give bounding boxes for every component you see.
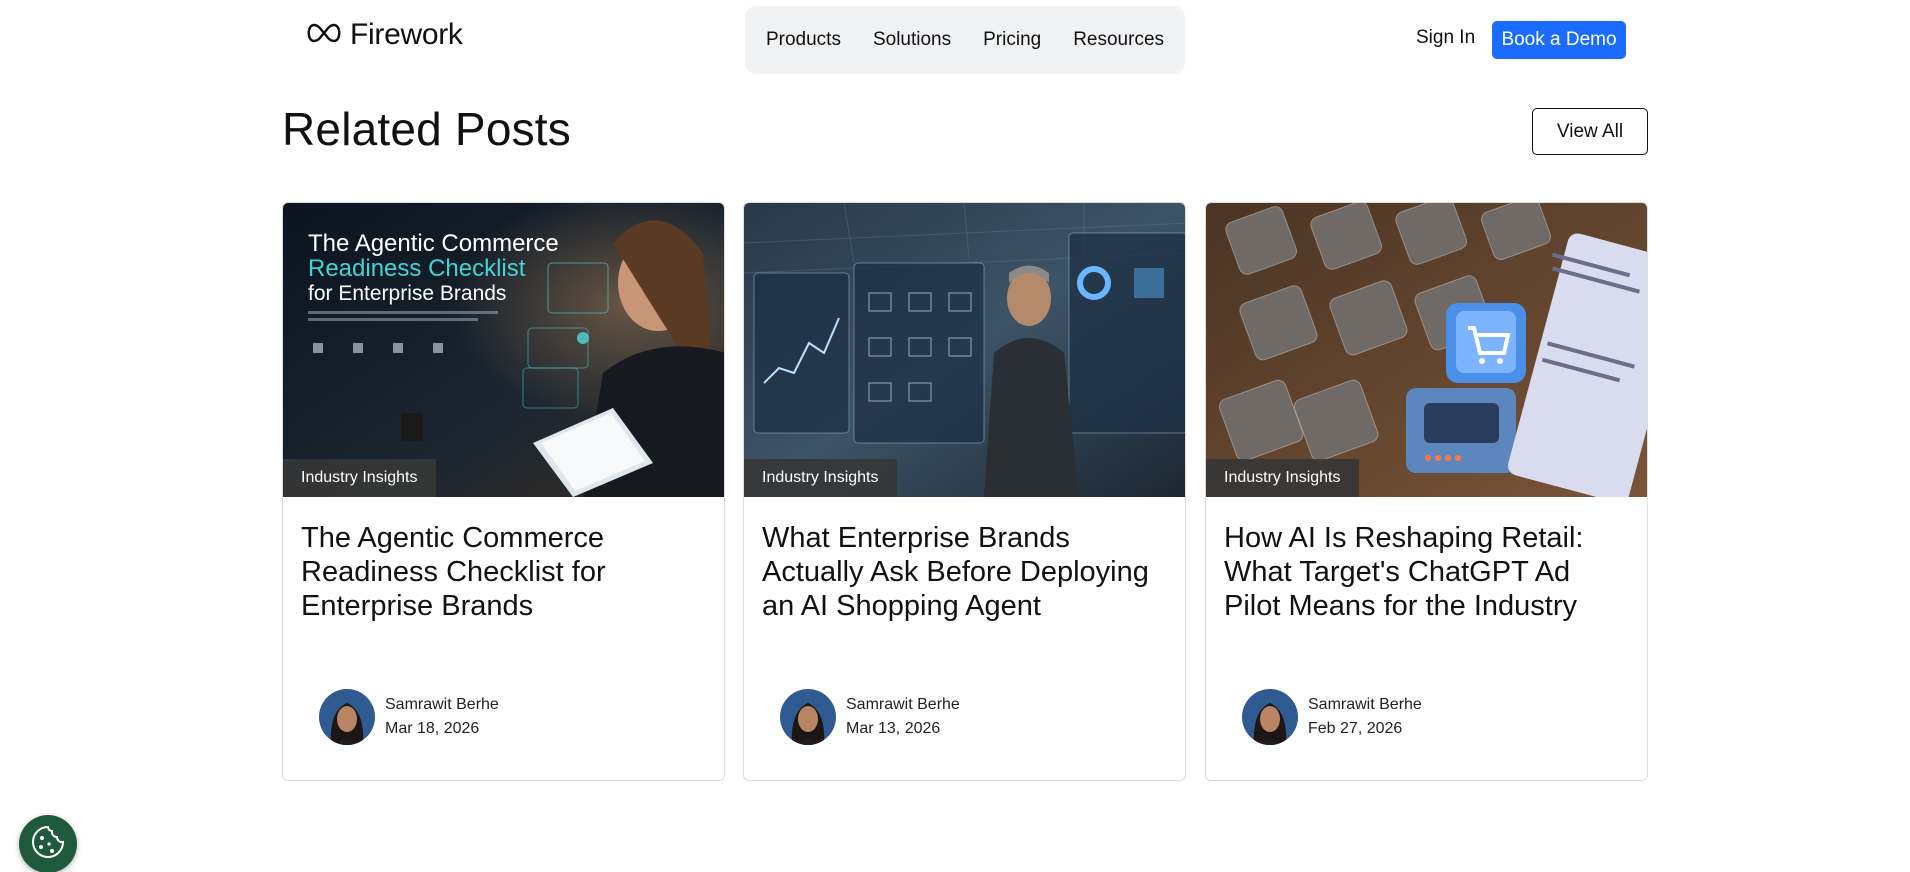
brand-logo[interactable]: Firework (304, 18, 463, 52)
cookie-settings-button[interactable] (19, 815, 77, 872)
post-author: Samrawit Berhe Feb 27, 2026 (1242, 689, 1422, 745)
nav-resources[interactable]: Resources (1073, 29, 1164, 51)
category-tag[interactable]: Industry Insights (283, 459, 436, 497)
sign-in-link[interactable]: Sign In (1416, 27, 1475, 49)
nav-solutions[interactable]: Solutions (873, 29, 951, 51)
post-card[interactable]: Industry Insights How AI Is Reshaping Re… (1205, 202, 1648, 781)
post-title[interactable]: The Agentic Commerce Readiness Checklist… (301, 521, 711, 623)
thumbnail-headline-line2: Readiness Checklist (308, 255, 526, 282)
post-title[interactable]: How AI Is Reshaping Retail: What Target'… (1224, 521, 1634, 623)
main-menu: Products Solutions Pricing Resources (745, 6, 1185, 74)
author-avatar (780, 689, 836, 745)
view-all-button[interactable]: View All (1532, 108, 1648, 155)
author-name: Samrawit Berhe (1308, 696, 1422, 713)
nav-pricing[interactable]: Pricing (983, 29, 1041, 51)
post-date: Mar 18, 2026 (385, 720, 480, 737)
category-tag[interactable]: Industry Insights (1206, 459, 1359, 497)
post-card[interactable]: Industry Insights What Enterprise Brands… (743, 202, 1186, 781)
post-date: Mar 13, 2026 (846, 720, 941, 737)
author-name: Samrawit Berhe (385, 696, 499, 713)
author-avatar (1242, 689, 1298, 745)
post-author: Samrawit Berhe Mar 13, 2026 (780, 689, 960, 745)
section-title: Related Posts (282, 103, 571, 155)
category-tag[interactable]: Industry Insights (744, 459, 897, 497)
thumbnail-headline-line1: The Agentic Commerce (308, 230, 559, 257)
thumbnail-headline-line3: for Enterprise Brands (308, 282, 506, 305)
post-author: Samrawit Berhe Mar 18, 2026 (319, 689, 499, 745)
top-nav: Firework Products Solutions Pricing Reso… (0, 0, 1910, 80)
post-thumbnail: The Agentic Commerce Readiness Checklist… (283, 203, 724, 497)
book-demo-button[interactable]: Book a Demo (1492, 21, 1626, 59)
nav-products[interactable]: Products (766, 29, 841, 51)
post-card[interactable]: The Agentic Commerce Readiness Checklist… (282, 202, 725, 781)
author-name: Samrawit Berhe (846, 696, 960, 713)
post-date: Feb 27, 2026 (1308, 720, 1403, 737)
infinity-logo-icon (304, 21, 344, 50)
author-avatar (319, 689, 375, 745)
cookie-icon (30, 824, 66, 865)
post-title[interactable]: What Enterprise Brands Actually Ask Befo… (762, 521, 1172, 623)
post-thumbnail: Industry Insights (1206, 203, 1647, 497)
brand-name: Firework (350, 18, 463, 51)
post-thumbnail: Industry Insights (744, 203, 1185, 497)
